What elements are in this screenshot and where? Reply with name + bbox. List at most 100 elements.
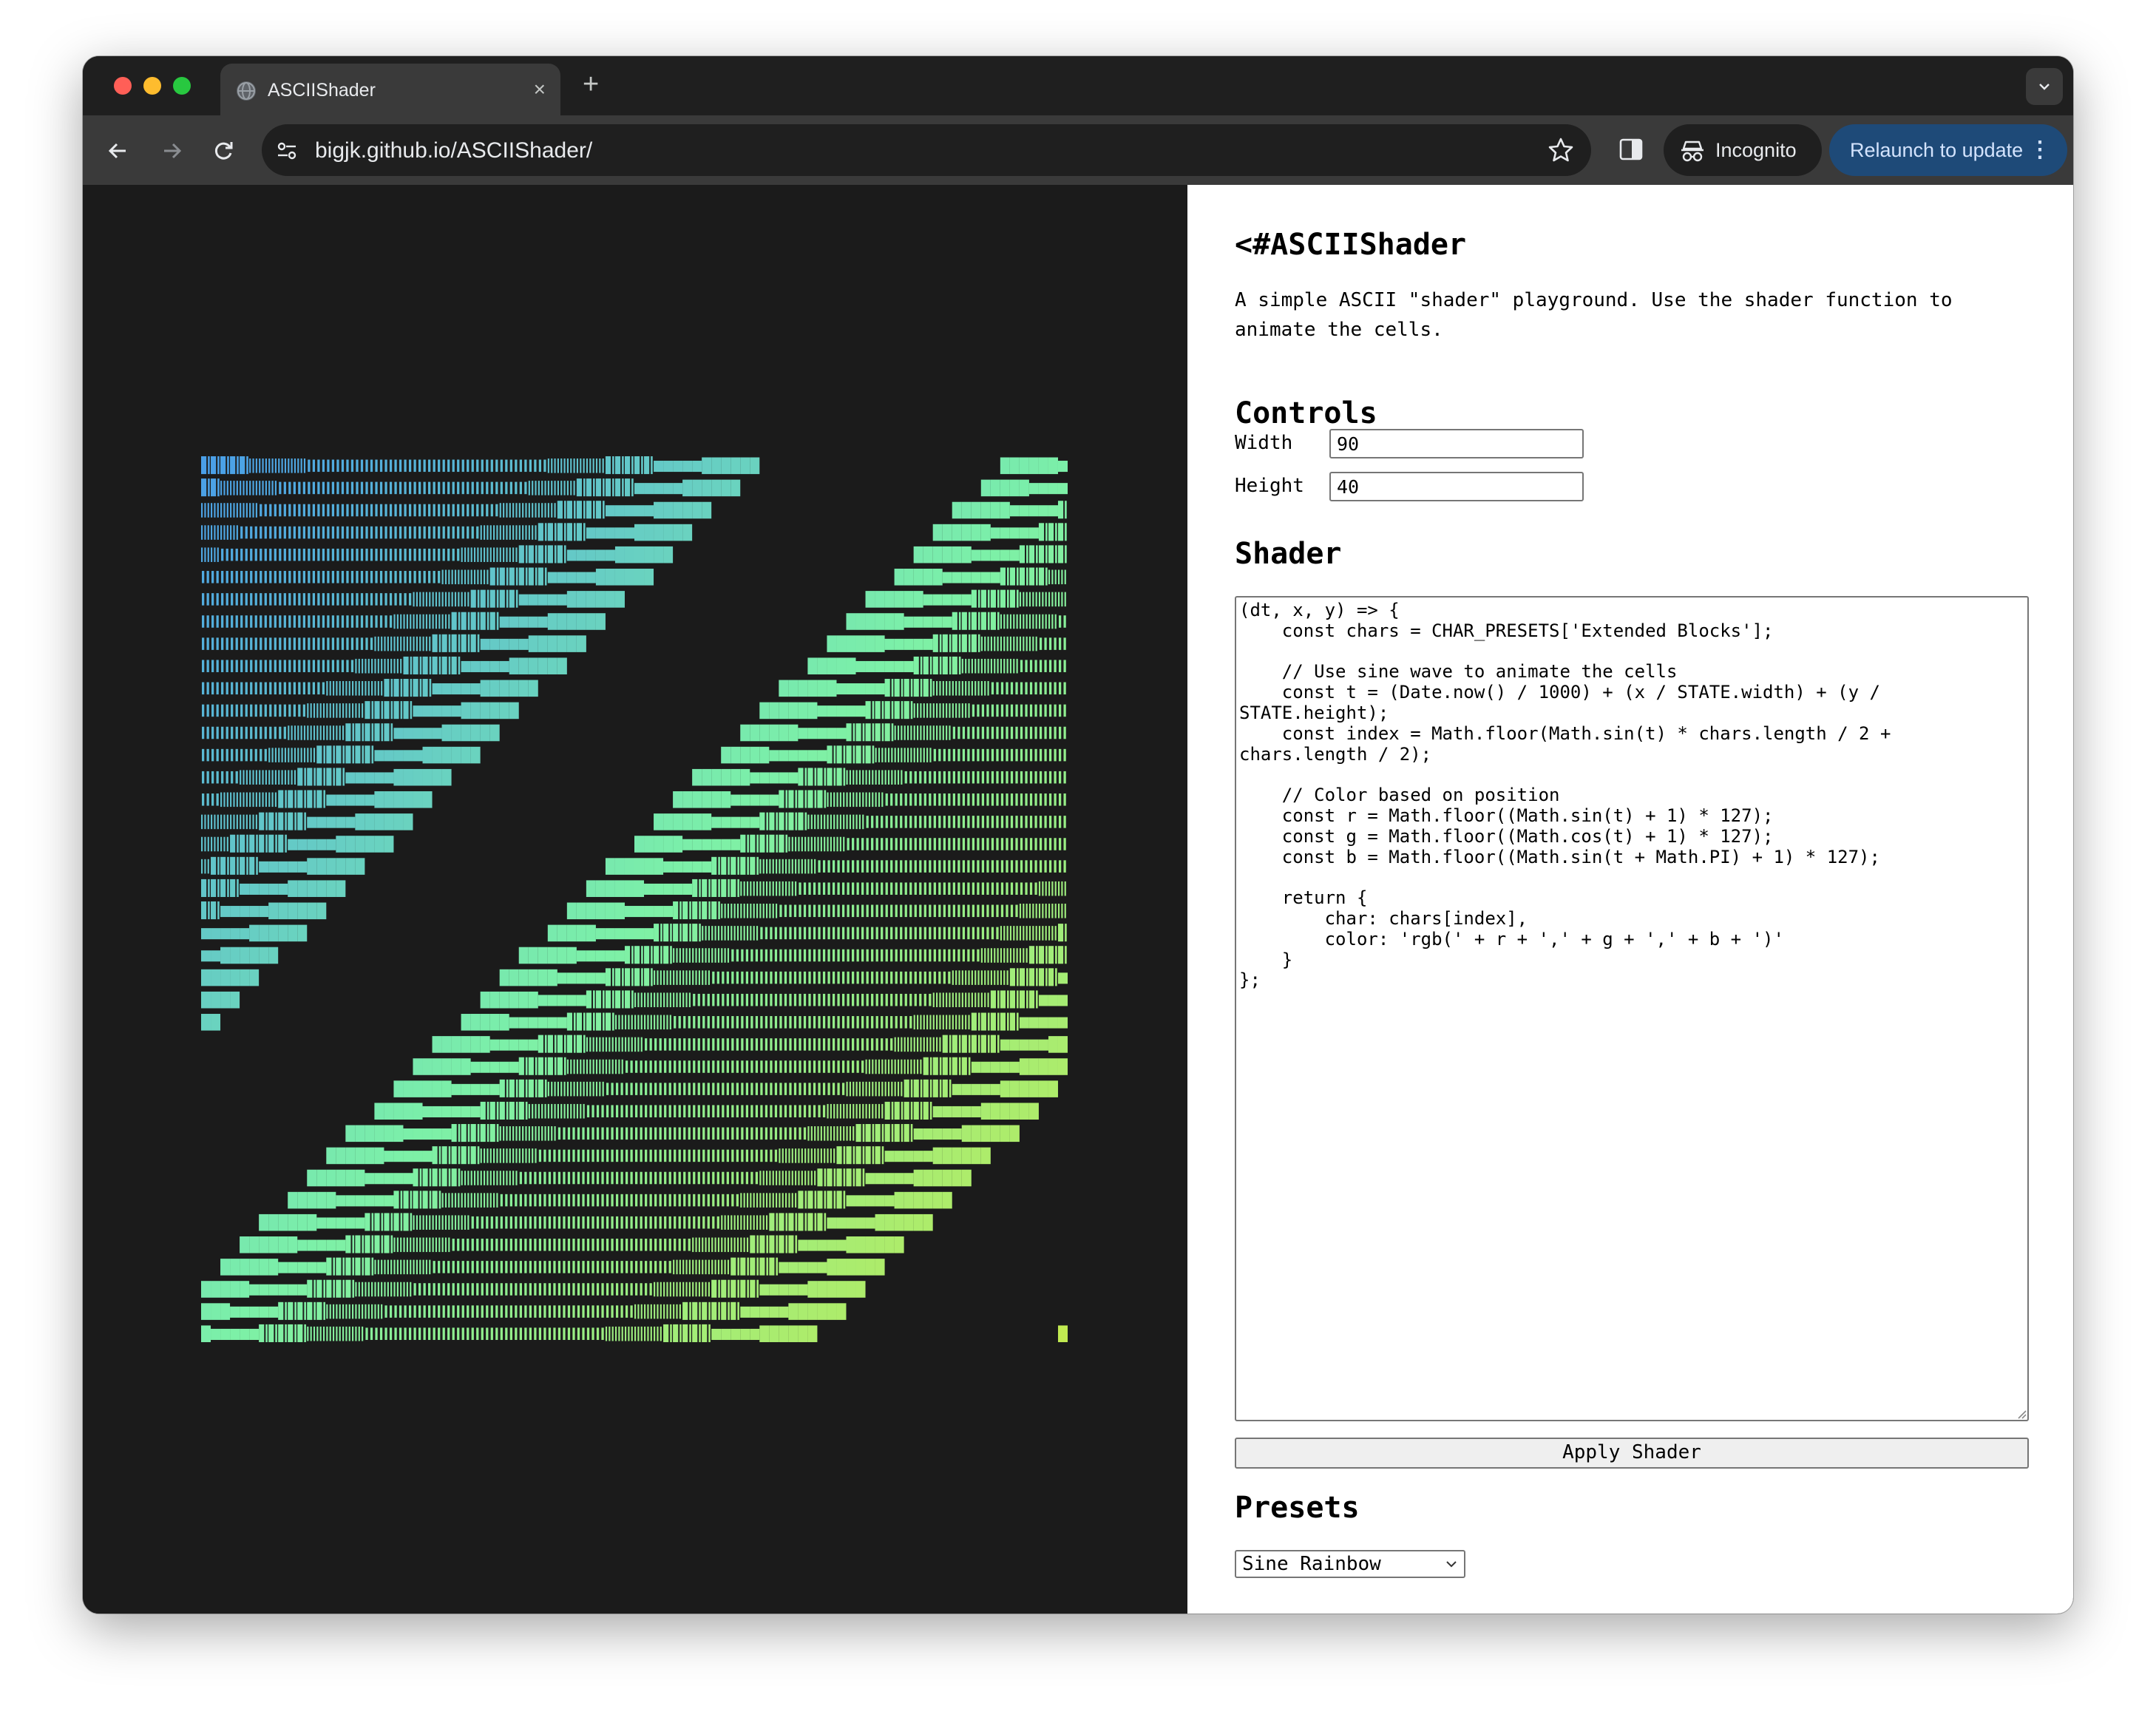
forward-arrow-icon[interactable] xyxy=(155,135,188,167)
ascii-cell xyxy=(586,1012,595,1031)
side-panel-icon[interactable] xyxy=(1618,136,1644,163)
ascii-cell xyxy=(836,1191,846,1209)
ascii-cell xyxy=(817,750,827,762)
ascii-cell xyxy=(634,880,645,897)
ascii-cell xyxy=(836,814,845,830)
back-arrow-icon[interactable] xyxy=(102,135,135,167)
minimize-window-button[interactable] xyxy=(143,77,161,95)
ascii-cell xyxy=(827,1038,835,1051)
ascii-cell xyxy=(855,635,866,652)
ascii-cell xyxy=(500,1216,508,1229)
ascii-cell xyxy=(1028,926,1037,941)
preset-select[interactable]: Sine Rainbow xyxy=(1235,1550,1465,1578)
ascii-cell xyxy=(673,461,683,473)
ascii-cell xyxy=(605,880,615,897)
ascii-cell xyxy=(220,525,228,540)
ascii-cell xyxy=(403,679,413,697)
ascii-cell xyxy=(220,836,228,852)
ascii-cell xyxy=(731,1038,739,1051)
ascii-cell xyxy=(490,504,498,517)
ascii-cell xyxy=(384,679,393,697)
ascii-cell xyxy=(422,1215,431,1230)
ascii-cell xyxy=(413,526,421,539)
ascii-cell xyxy=(297,1239,308,1251)
ascii-cell xyxy=(711,1301,720,1320)
resize-grip-icon[interactable] xyxy=(2016,1408,2027,1420)
ascii-cell xyxy=(557,1149,566,1162)
ascii-cell xyxy=(818,971,826,984)
ascii-cell xyxy=(895,949,903,962)
ascii-cell xyxy=(865,1146,875,1165)
ascii-cell xyxy=(645,1149,652,1162)
ascii-cell xyxy=(1038,995,1048,1006)
ascii-cell xyxy=(308,615,316,628)
ascii-cell xyxy=(836,683,847,695)
ascii-cell xyxy=(1048,457,1058,475)
ascii-cell xyxy=(297,1191,308,1209)
ascii-cell xyxy=(231,771,238,784)
maximize-window-button[interactable] xyxy=(173,77,191,95)
ascii-cell xyxy=(644,505,654,517)
active-tab[interactable]: ASCIIShader × xyxy=(220,64,560,115)
ascii-cell xyxy=(817,657,827,674)
tab-close-icon[interactable]: × xyxy=(534,77,546,102)
ascii-cell xyxy=(260,704,267,717)
ascii-cell xyxy=(1010,704,1018,717)
ascii-cell xyxy=(1058,771,1066,784)
chevron-down-icon xyxy=(2039,84,2050,90)
ascii-cell xyxy=(961,681,970,696)
ascii-cell xyxy=(654,1261,662,1273)
apply-shader-button[interactable]: Apply Shader xyxy=(1235,1438,2029,1469)
ascii-cell xyxy=(500,459,508,473)
ascii-cell xyxy=(461,1106,471,1117)
ascii-cell xyxy=(567,1239,575,1251)
ascii-cell xyxy=(904,904,912,918)
ascii-cell xyxy=(885,882,893,895)
ascii-cell xyxy=(1029,748,1037,762)
ascii-cell xyxy=(750,1038,759,1051)
ascii-cell xyxy=(268,902,279,920)
ascii-cell xyxy=(452,459,460,473)
ascii-cell xyxy=(645,1038,652,1051)
ascii-cell xyxy=(855,613,866,630)
ascii-cell xyxy=(567,1216,575,1229)
width-input[interactable] xyxy=(1329,429,1584,458)
ascii-cell xyxy=(432,746,442,764)
bookmark-star-icon[interactable] xyxy=(1547,136,1575,164)
height-input[interactable] xyxy=(1329,472,1584,501)
url-text[interactable]: bigjk.github.io/ASCIIShader/ xyxy=(315,138,592,163)
new-tab-button[interactable]: + xyxy=(583,70,599,99)
close-window-button[interactable] xyxy=(114,77,132,95)
ascii-cell xyxy=(779,1306,789,1318)
relaunch-to-update-button[interactable]: Relaunch to update ⋮ xyxy=(1829,124,2067,176)
ascii-cell xyxy=(230,814,238,830)
ascii-cell xyxy=(307,1279,316,1298)
ascii-cell xyxy=(461,634,470,652)
ascii-cell xyxy=(750,1328,760,1340)
address-bar[interactable]: bigjk.github.io/ASCIIShader/ xyxy=(262,124,1591,176)
site-settings-icon[interactable] xyxy=(275,139,299,163)
shader-code-editor[interactable]: (dt, x, y) => { const chars = CHAR_PRESE… xyxy=(1235,596,2029,1421)
ascii-cell xyxy=(895,927,903,940)
ascii-cell xyxy=(875,701,884,720)
ascii-cell xyxy=(971,612,980,630)
ascii-cell xyxy=(461,1261,469,1273)
ascii-cell xyxy=(345,1257,355,1276)
reload-icon[interactable] xyxy=(207,135,240,167)
ascii-cell xyxy=(952,904,960,918)
ascii-cell xyxy=(644,1015,652,1030)
ascii-cell xyxy=(1028,545,1038,563)
ascii-cell xyxy=(576,1035,586,1053)
ascii-cell xyxy=(259,947,269,964)
more-menu-icon[interactable]: ⋮ xyxy=(2029,138,2051,163)
tab-search-button[interactable] xyxy=(2026,68,2063,105)
ascii-cell xyxy=(1039,704,1047,717)
ascii-cell xyxy=(432,592,441,607)
incognito-indicator[interactable]: Incognito xyxy=(1664,124,1822,176)
ascii-cell xyxy=(221,748,228,762)
ascii-cell xyxy=(481,481,489,495)
ascii-cell xyxy=(1010,748,1018,762)
ascii-cell xyxy=(625,1149,633,1162)
ascii-cell xyxy=(268,1284,279,1296)
ascii-cell xyxy=(788,1325,799,1342)
